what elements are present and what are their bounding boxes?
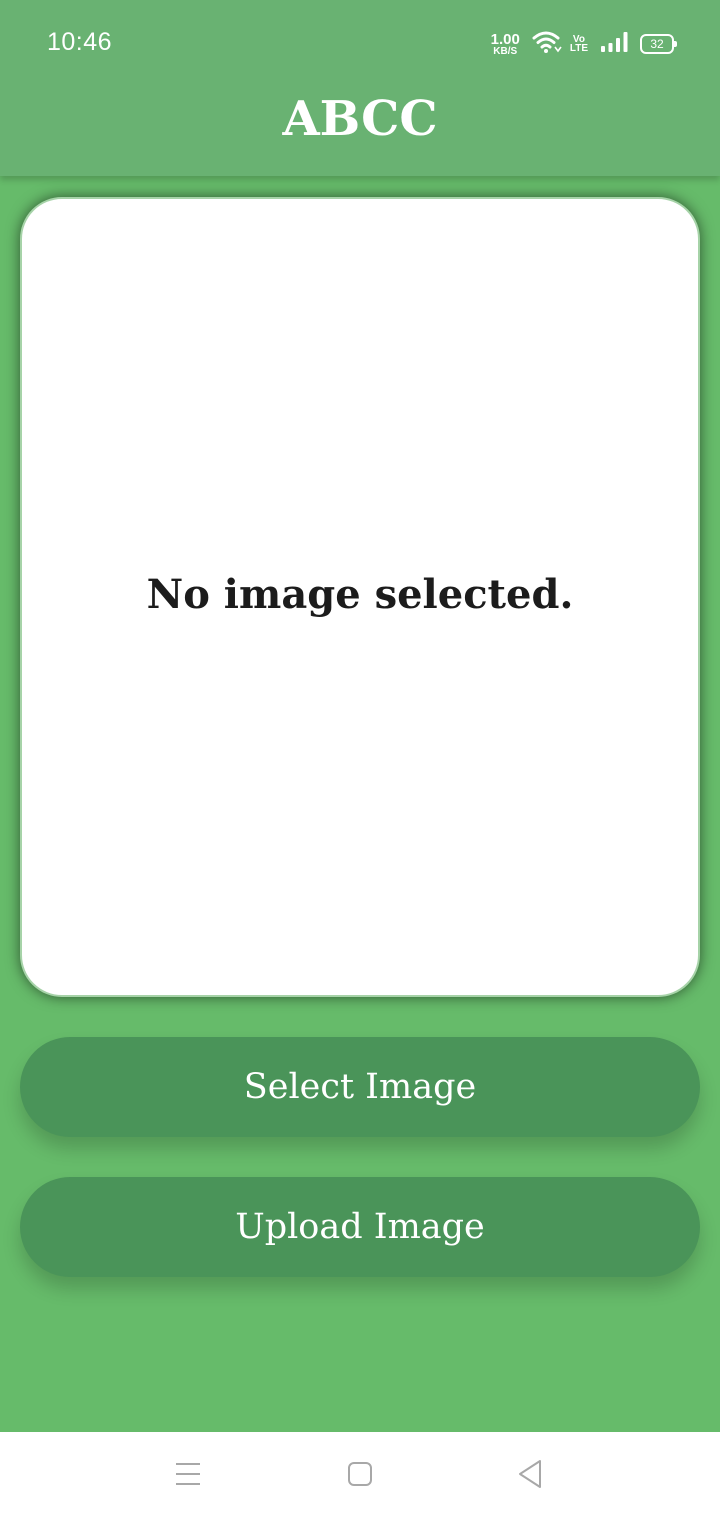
battery-icon: 32 (640, 34, 677, 54)
network-speed-value: 1.00 (490, 30, 520, 48)
battery-level: 32 (650, 37, 664, 51)
no-image-placeholder: No image selected. (146, 570, 574, 618)
status-bar: 10:46 1.00 KB/S Vo LTE 32 (0, 0, 720, 88)
signal-icon (600, 31, 628, 58)
home-icon (347, 1461, 373, 1491)
network-speed-unit: KB/S (493, 45, 518, 57)
home-button[interactable] (340, 1456, 380, 1496)
image-preview-card: No image selected. (20, 197, 700, 997)
select-image-button[interactable]: Select Image (20, 1037, 700, 1137)
back-button[interactable] (510, 1456, 550, 1496)
status-icons: 1.00 KB/S Vo LTE 32 (491, 30, 677, 59)
status-time: 10:46 (47, 28, 113, 56)
app-title: ABCC (282, 91, 438, 147)
volte-indicator: Vo LTE (569, 34, 588, 54)
back-icon (516, 1459, 544, 1493)
navigation-bar (0, 1432, 720, 1520)
app-header: 10:46 1.00 KB/S Vo LTE 32 ABCC (0, 0, 720, 176)
wifi-icon (532, 30, 562, 59)
upload-image-button[interactable]: Upload Image (20, 1177, 700, 1277)
recent-apps-button[interactable] (168, 1456, 208, 1496)
volte-bottom: LTE (569, 43, 588, 54)
network-speed: 1.00 KB/S (491, 32, 520, 57)
menu-icon (174, 1461, 202, 1491)
